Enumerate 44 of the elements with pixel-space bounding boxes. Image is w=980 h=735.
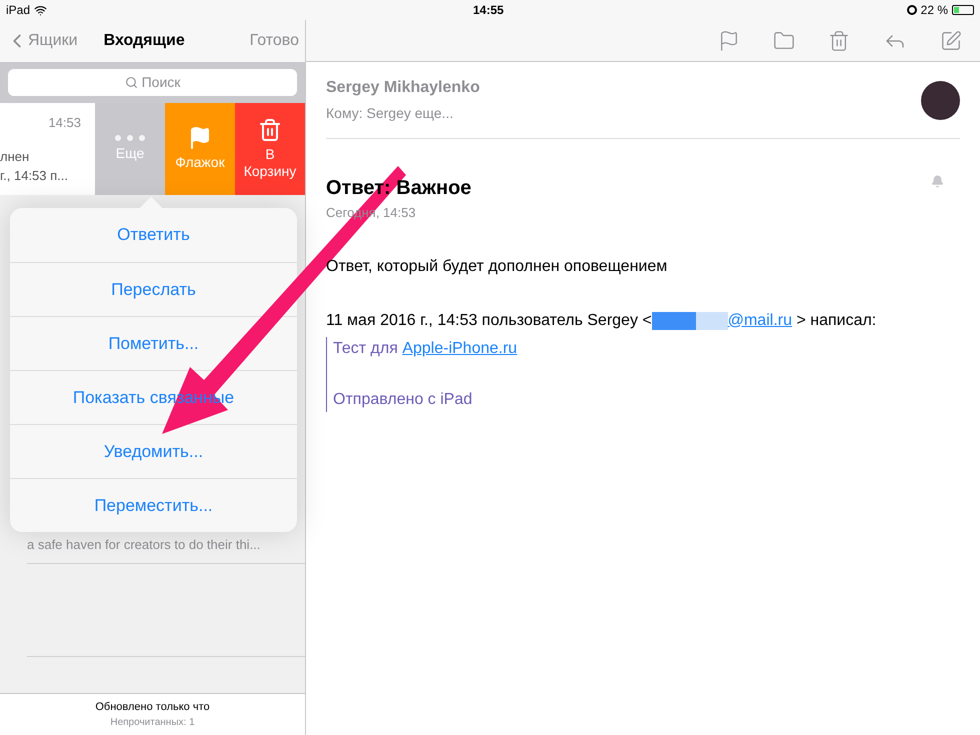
message-body: Ответ, который будет дополнен оповещением xyxy=(326,256,668,276)
menu-item[interactable]: Пометить... xyxy=(108,330,199,356)
site-link[interactable]: Apple-iPhone.ru xyxy=(402,340,518,356)
avatar xyxy=(921,80,960,120)
device-label: iPad xyxy=(6,2,30,19)
flag-action-button[interactable]: Флажок xyxy=(165,103,235,195)
unread-count: Непрочитанных: 1 xyxy=(110,716,195,730)
search-icon xyxy=(124,76,138,89)
flag-icon[interactable] xyxy=(718,30,740,52)
message-snippet: г., 14:53 п... xyxy=(0,167,70,185)
redaction-mark xyxy=(652,312,696,330)
back-button[interactable]: Ящики xyxy=(6,29,78,53)
dots-icon xyxy=(115,135,145,142)
quoted-signature: Отправлено с iPad xyxy=(333,390,474,410)
mailbox-title: Входящие xyxy=(104,31,185,51)
bell-icon[interactable] xyxy=(931,175,944,188)
quote-header: > написал: xyxy=(795,310,876,330)
quote-header: 11 мая 2016 г., 14:53 пользователь Sergey < xyxy=(326,310,652,330)
message-time: 14:53 xyxy=(48,114,81,132)
menu-item[interactable]: Переместить... xyxy=(94,492,213,518)
compose-icon[interactable] xyxy=(940,30,962,52)
battery-percent: 22 % xyxy=(920,2,948,19)
quoted-text: Тест для Apple-iPhone.ru xyxy=(333,338,518,358)
trash-icon[interactable] xyxy=(828,30,850,52)
recipients[interactable]: Кому: Sergey еще... xyxy=(326,103,480,124)
clock: 14:55 xyxy=(473,2,504,19)
flag-icon xyxy=(188,126,212,150)
trash-action-button[interactable]: В Корзину xyxy=(235,103,305,195)
folder-icon[interactable] xyxy=(773,30,795,52)
sender-name: Sergey Mikhaylenko xyxy=(326,78,480,98)
menu-item[interactable]: Ответить xyxy=(117,222,190,248)
search-field[interactable]: Поиск xyxy=(8,69,297,96)
message-preview: a safe haven for creators to do their thi... xyxy=(27,535,305,564)
done-button[interactable]: Готово xyxy=(250,29,299,53)
trash-icon xyxy=(258,118,282,142)
message-snippet: лнен xyxy=(0,148,30,166)
redaction-mark xyxy=(696,312,728,330)
menu-item[interactable]: Уведомить... xyxy=(104,438,204,464)
message-row[interactable]: 14:53 лнен г., 14:53 п... xyxy=(0,103,95,195)
wifi-icon xyxy=(34,4,48,16)
update-status: Обновлено только что xyxy=(95,700,210,715)
battery-icon xyxy=(952,5,974,15)
menu-item[interactable]: Переслать xyxy=(111,276,196,302)
email-link[interactable]: @mail.ru xyxy=(728,308,792,332)
